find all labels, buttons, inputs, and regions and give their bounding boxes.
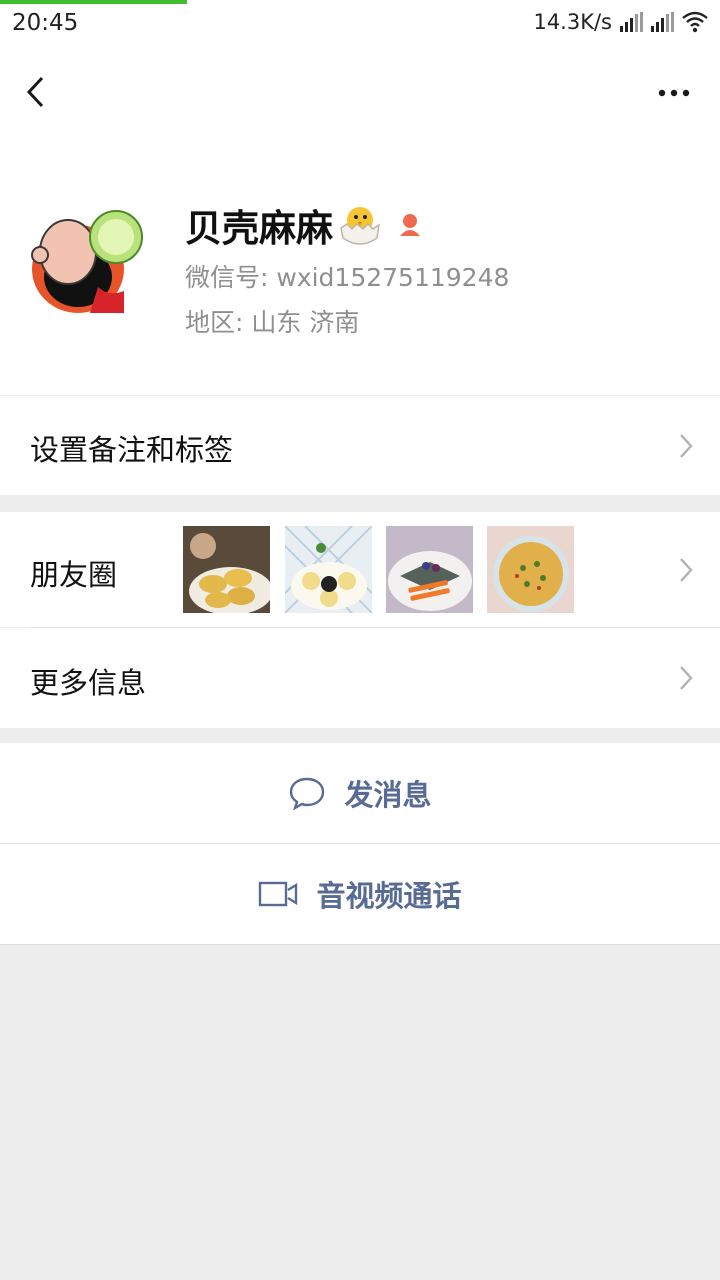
nickname: 贝壳麻麻 xyxy=(185,207,333,250)
bottom-divider xyxy=(0,944,720,945)
back-arrow-icon xyxy=(26,76,44,108)
send-message-button[interactable]: 发消息 xyxy=(0,743,720,843)
load-progress-bar xyxy=(0,0,188,4)
video-camera-icon xyxy=(259,881,298,907)
moment-thumbnail xyxy=(487,526,574,613)
region: 地区: 山东 济南 xyxy=(185,308,360,337)
av-call-button[interactable]: 音视频通话 xyxy=(0,844,720,944)
moments-row[interactable]: 朋友圈 xyxy=(0,512,720,627)
chat-bubble-icon xyxy=(290,777,325,810)
back-button[interactable] xyxy=(18,72,58,112)
status-indicators: 14.3K/s xyxy=(533,10,708,34)
moments-label: 朋友圈 xyxy=(30,558,118,592)
avatar-image xyxy=(28,197,144,313)
signal-icon-2 xyxy=(651,12,674,32)
more-dots-icon xyxy=(658,89,690,97)
chevron-right-icon xyxy=(680,558,693,582)
chevron-right-icon xyxy=(680,434,693,458)
more-info-row[interactable]: 更多信息 xyxy=(0,628,720,728)
moment-thumbnail xyxy=(183,526,270,613)
profile-header: 贝壳麻麻 微信号: wxid15275119248 地区: 山东 济南 xyxy=(0,50,720,395)
contact-profile-page: 20:45 14.3K/s 贝壳麻麻 微信号: wxid15275119248 … xyxy=(0,0,720,1280)
remark-and-tags-row[interactable]: 设置备注和标签 xyxy=(0,396,720,495)
avatar[interactable] xyxy=(28,197,144,313)
moment-thumbnail xyxy=(285,526,372,613)
remark-label: 设置备注和标签 xyxy=(30,433,234,467)
chevron-right-icon xyxy=(680,666,693,690)
network-speed: 14.3K/s xyxy=(533,10,612,34)
moment-thumbnail xyxy=(386,526,473,613)
status-bar: 20:45 14.3K/s xyxy=(0,0,720,50)
signal-icon xyxy=(620,12,643,32)
wifi-icon xyxy=(682,11,708,33)
av-call-label: 音视频通话 xyxy=(316,879,462,913)
send-message-label: 发消息 xyxy=(344,778,432,812)
more-options-button[interactable] xyxy=(656,78,696,108)
name-row: 贝壳麻麻 xyxy=(185,198,425,252)
hatching-chick-emoji xyxy=(340,207,381,245)
wechat-id: 微信号: wxid15275119248 xyxy=(185,263,510,292)
female-icon xyxy=(400,214,420,236)
status-time: 20:45 xyxy=(12,10,79,36)
more-info-label: 更多信息 xyxy=(30,666,147,700)
